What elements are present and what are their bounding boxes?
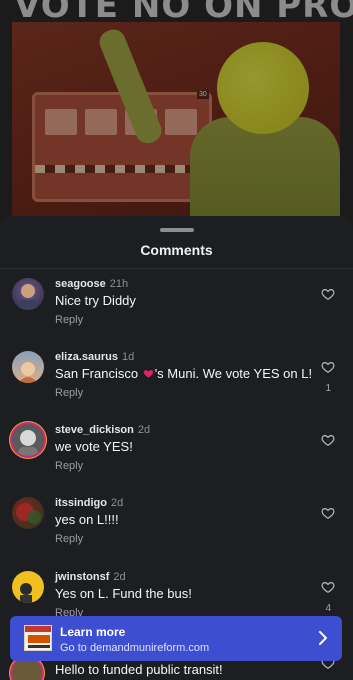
comment-text: Hello to funded public transit!	[55, 662, 223, 677]
comment-time: 2d	[110, 497, 124, 509]
like-count: 1	[325, 383, 331, 394]
avatar[interactable]	[12, 571, 44, 603]
comment-text: San Francisco 's Muni. We vote YES on L!	[55, 366, 313, 381]
learn-more-banner[interactable]: Learn more Go to demandmunireform.com	[10, 616, 342, 661]
comment-username[interactable]: jwinstonsf	[55, 571, 109, 583]
reply-button[interactable]: Reply	[55, 533, 83, 545]
comment-time: 2d	[113, 571, 126, 583]
comment-username[interactable]: itssindigo	[55, 497, 107, 509]
banner-subtitle: Go to demandmunireform.com	[60, 642, 210, 654]
comments-sheet: Comments seagoose 21h Nice try Diddy Repl…	[0, 216, 353, 680]
comment-item: steve_dickison 2d we vote YES! Reply	[0, 424, 353, 494]
chevron-right-icon[interactable]	[318, 631, 328, 645]
comment-text: we vote YES!	[55, 439, 133, 454]
heart-outline-icon[interactable]	[321, 287, 335, 301]
heart-outline-icon[interactable]	[321, 433, 335, 447]
post-media[interactable]: VOTE NO ON PROP E 30	[0, 0, 353, 240]
comment-item: eliza.saurus 1d San Francisco 's Muni. We…	[0, 351, 353, 421]
heart-outline-icon[interactable]	[321, 580, 335, 594]
comment-item: Hello to funded public transit!	[0, 658, 353, 680]
heart-emoji-icon	[143, 370, 153, 378]
comment-time: 21h	[109, 278, 129, 290]
drag-handle[interactable]	[160, 228, 194, 232]
like-count: 4	[325, 603, 331, 614]
comment-time: 1d	[121, 351, 135, 363]
avatar[interactable]	[12, 497, 44, 529]
comment-time: 2d	[137, 424, 151, 436]
reply-button[interactable]: Reply	[55, 314, 83, 326]
avatar[interactable]	[12, 424, 44, 456]
comment-item: itssindigo 2d yes on L!!!! Reply	[0, 497, 353, 567]
comment-username[interactable]: eliza.saurus	[55, 351, 118, 363]
sheet-title: Comments	[140, 242, 213, 258]
avatar[interactable]	[12, 278, 44, 310]
banner-title: Learn more	[60, 625, 126, 639]
avatar[interactable]	[12, 658, 42, 680]
comment-text: Nice try Diddy	[55, 293, 136, 308]
comment-username[interactable]: seagoose	[55, 278, 106, 290]
comment-item: seagoose 21h Nice try Diddy Reply	[0, 278, 353, 348]
comment-text: Yes on L. Fund the bus!	[55, 586, 192, 601]
comment-text: yes on L!!!!	[55, 512, 119, 527]
reply-button[interactable]: Reply	[55, 387, 83, 399]
divider	[0, 268, 353, 269]
comment-username[interactable]: steve_dickison	[55, 424, 134, 436]
avatar[interactable]	[12, 351, 44, 383]
heart-outline-icon[interactable]	[321, 506, 335, 520]
heart-outline-icon[interactable]	[321, 360, 335, 374]
reply-button[interactable]: Reply	[55, 460, 83, 472]
ad-thumbnail	[24, 625, 52, 651]
